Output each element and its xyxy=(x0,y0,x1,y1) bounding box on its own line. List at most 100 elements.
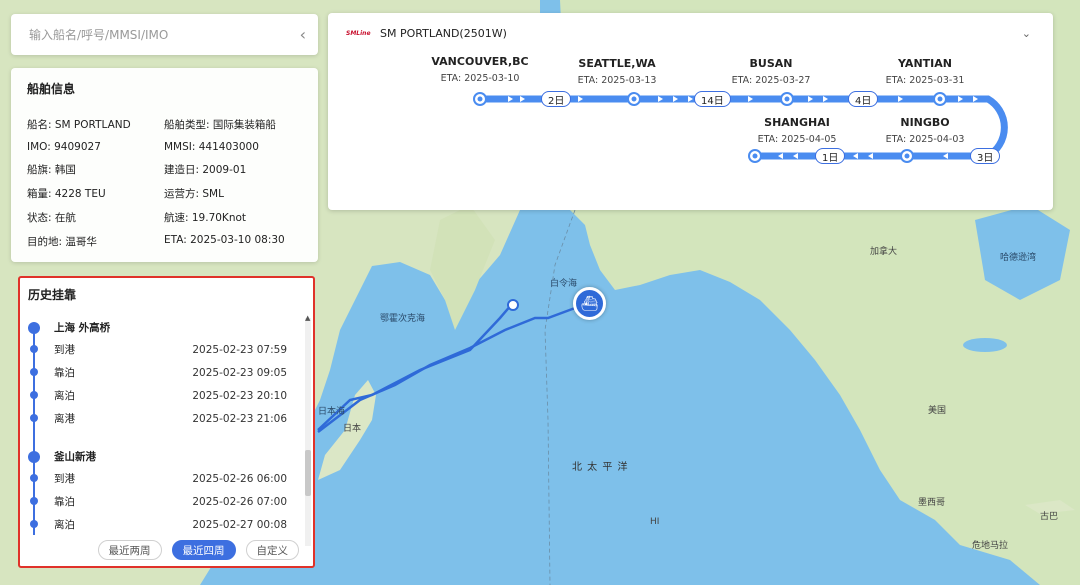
port-history-timeline[interactable]: 上海 外高桥 到港 2025-02-23 07:59 靠泊 2025-02-23 0… xyxy=(28,317,303,535)
voyage-duration-badge: 14日 xyxy=(694,91,731,107)
port-history-title: 历史挂靠 xyxy=(28,288,77,302)
map-label-mexico: 墨西哥 xyxy=(918,498,946,508)
event-dot-icon xyxy=(30,414,38,422)
ship-info-panel: 船舶信息 船名: SM PORTLAND 船舶类型: 国际集装箱船 IMO: 9… xyxy=(11,68,318,262)
event-dot-icon xyxy=(30,497,38,505)
voyage-stop-name: YANTIAN xyxy=(898,57,952,70)
event-time: 2025-02-23 07:59 xyxy=(192,343,287,356)
event-time: 2025-02-27 00:08 xyxy=(192,518,287,531)
map-label-hi: HI xyxy=(650,517,660,527)
port-dot-icon xyxy=(28,322,40,334)
voyage-stop-eta: ETA: 2025-04-03 xyxy=(885,134,965,145)
history-event: 到港 2025-02-23 07:59 xyxy=(28,338,303,361)
ship-field: ETA: 2025-03-10 08:30 xyxy=(164,234,285,246)
map-label-pacific: 北 太 平 洋 xyxy=(572,462,629,473)
history-event: 靠泊 2025-02-23 09:05 xyxy=(28,361,303,384)
ship-field: IMO: 9409027 xyxy=(27,141,101,153)
voyage-stop-name: SHANGHAI xyxy=(764,116,830,129)
voyage-stop[interactable]: SHANGHAI ETA: 2025-04-05 xyxy=(737,116,857,145)
voyage-stop[interactable]: NINGBO ETA: 2025-04-03 xyxy=(865,116,985,145)
voyage-stop[interactable]: BUSAN ETA: 2025-03-27 xyxy=(711,57,831,86)
ship-field: MMSI: 441403000 xyxy=(164,141,259,153)
ship-field: 船旗: 韩国 xyxy=(27,164,76,176)
event-dot-icon xyxy=(30,391,38,399)
map-label-cuba: 古巴 xyxy=(1040,512,1059,522)
event-time: 2025-02-26 06:00 xyxy=(192,472,287,485)
event-label: 到港 xyxy=(54,473,75,485)
ship-field: 目的地: 温哥华 xyxy=(27,236,97,248)
ship-field: 运营方: SML xyxy=(164,188,224,200)
event-label: 离泊 xyxy=(54,519,75,531)
history-event: 离泊 2025-02-23 20:10 xyxy=(28,384,303,407)
voyage-stop[interactable]: YANTIAN ETA: 2025-03-31 xyxy=(865,57,985,86)
event-label: 离港 xyxy=(54,413,75,425)
voyage-duration-badge: 2日 xyxy=(541,91,572,107)
map-label-bering: 白令海 xyxy=(550,279,578,289)
history-event: 离泊 2025-02-27 00:08 xyxy=(28,513,303,535)
history-event: 离港 2025-02-23 21:06 xyxy=(28,407,303,430)
history-scrollbar[interactable]: ▲ xyxy=(305,314,311,546)
voyage-stop-eta: ETA: 2025-03-10 xyxy=(440,73,520,84)
event-label: 靠泊 xyxy=(54,367,75,379)
ship-info-grid: 船名: SM PORTLAND 船舶类型: 国际集装箱船 IMO: 940902… xyxy=(27,117,302,249)
range-custom-button[interactable]: 自定义 xyxy=(245,540,299,560)
search-input[interactable] xyxy=(29,27,300,42)
scroll-thumb[interactable] xyxy=(305,450,311,496)
voyage-stop-eta: ETA: 2025-03-27 xyxy=(731,75,811,86)
map-label-guatemala: 危地马拉 xyxy=(972,541,1009,551)
event-time: 2025-02-23 20:10 xyxy=(192,389,287,402)
voyage-duration-badge: 3日 xyxy=(970,148,1001,164)
ship-field: 航速: 19.70Knot xyxy=(164,212,247,224)
voyage-duration-badge: 4日 xyxy=(848,91,879,107)
history-port: 上海 外高桥 xyxy=(28,317,303,338)
voyage-stop-eta: ETA: 2025-03-13 xyxy=(577,75,657,86)
ship-info-title: 船舶信息 xyxy=(27,82,76,96)
map-label-okhotsk: 鄂霍次克海 xyxy=(380,314,426,324)
history-port: 釜山新港 xyxy=(28,446,303,467)
voyage-stop[interactable]: VANCOUVER,BC ETA: 2025-03-10 xyxy=(420,55,540,84)
voyage-duration-badge: 1日 xyxy=(815,148,846,164)
range-two-weeks-button[interactable]: 最近两周 xyxy=(97,540,162,560)
voyage-panel: SMLine SM PORTLAND(2501W) ⌄ VANCOUVER,BC… xyxy=(328,13,1053,210)
voyage-stop-name: SEATTLE,WA xyxy=(578,57,656,70)
map-label-hudson: 哈德逊湾 xyxy=(1000,253,1037,263)
port-dot-icon xyxy=(28,451,40,463)
ship-field: 建造日: 2009-01 xyxy=(164,164,247,176)
voyage-stop-name: NINGBO xyxy=(900,116,950,129)
voyage-stop-name: BUSAN xyxy=(749,57,793,70)
event-label: 靠泊 xyxy=(54,496,75,508)
history-event: 靠泊 2025-02-26 07:00 xyxy=(28,490,303,513)
voyage-route-graphic xyxy=(476,95,1008,160)
event-label: 离泊 xyxy=(54,390,75,402)
ship-field: 箱量: 4228 TEU xyxy=(27,188,106,200)
event-dot-icon xyxy=(30,345,38,353)
event-dot-icon xyxy=(30,474,38,482)
history-port-name: 上海 外高桥 xyxy=(54,322,111,334)
event-time: 2025-02-26 07:00 xyxy=(192,495,287,508)
voyage-stop-eta: ETA: 2025-04-05 xyxy=(757,134,837,145)
scroll-up-icon[interactable]: ▲ xyxy=(305,314,310,322)
history-range-buttons: 最近两周 最近四周 自定义 xyxy=(20,540,313,560)
ship-field: 船舶类型: 国际集装箱船 xyxy=(164,119,276,131)
event-dot-icon xyxy=(30,520,38,528)
voyage-stop-name: VANCOUVER,BC xyxy=(431,55,529,68)
map-label-japan: 日本 xyxy=(343,424,362,434)
ship-icon: ⛴ xyxy=(580,295,599,312)
history-event: 到港 2025-02-26 06:00 xyxy=(28,467,303,490)
ship-field: 状态: 在航 xyxy=(27,212,76,224)
collapse-chevron-icon[interactable]: ‹ xyxy=(300,25,306,44)
history-port-name: 釜山新港 xyxy=(54,451,96,463)
event-time: 2025-02-23 21:06 xyxy=(192,412,287,425)
ship-field: 船名: SM PORTLAND xyxy=(27,119,131,131)
search-box: ‹ xyxy=(11,14,318,55)
event-dot-icon xyxy=(30,368,38,376)
port-history-panel: 历史挂靠 上海 外高桥 到港 2025-02-23 07:59 靠泊 2025-02… xyxy=(18,276,315,568)
ship-marker[interactable]: ⛴ xyxy=(573,287,606,320)
voyage-stop-eta: ETA: 2025-03-31 xyxy=(885,75,965,86)
range-four-weeks-button[interactable]: 最近四周 xyxy=(171,540,236,560)
event-label: 到港 xyxy=(54,344,75,356)
voyage-stop[interactable]: SEATTLE,WA ETA: 2025-03-13 xyxy=(557,57,677,86)
event-time: 2025-02-23 09:05 xyxy=(192,366,287,379)
map-label-usa: 美国 xyxy=(928,406,947,416)
map-label-sea-of-japan: 日本海 xyxy=(318,407,346,417)
